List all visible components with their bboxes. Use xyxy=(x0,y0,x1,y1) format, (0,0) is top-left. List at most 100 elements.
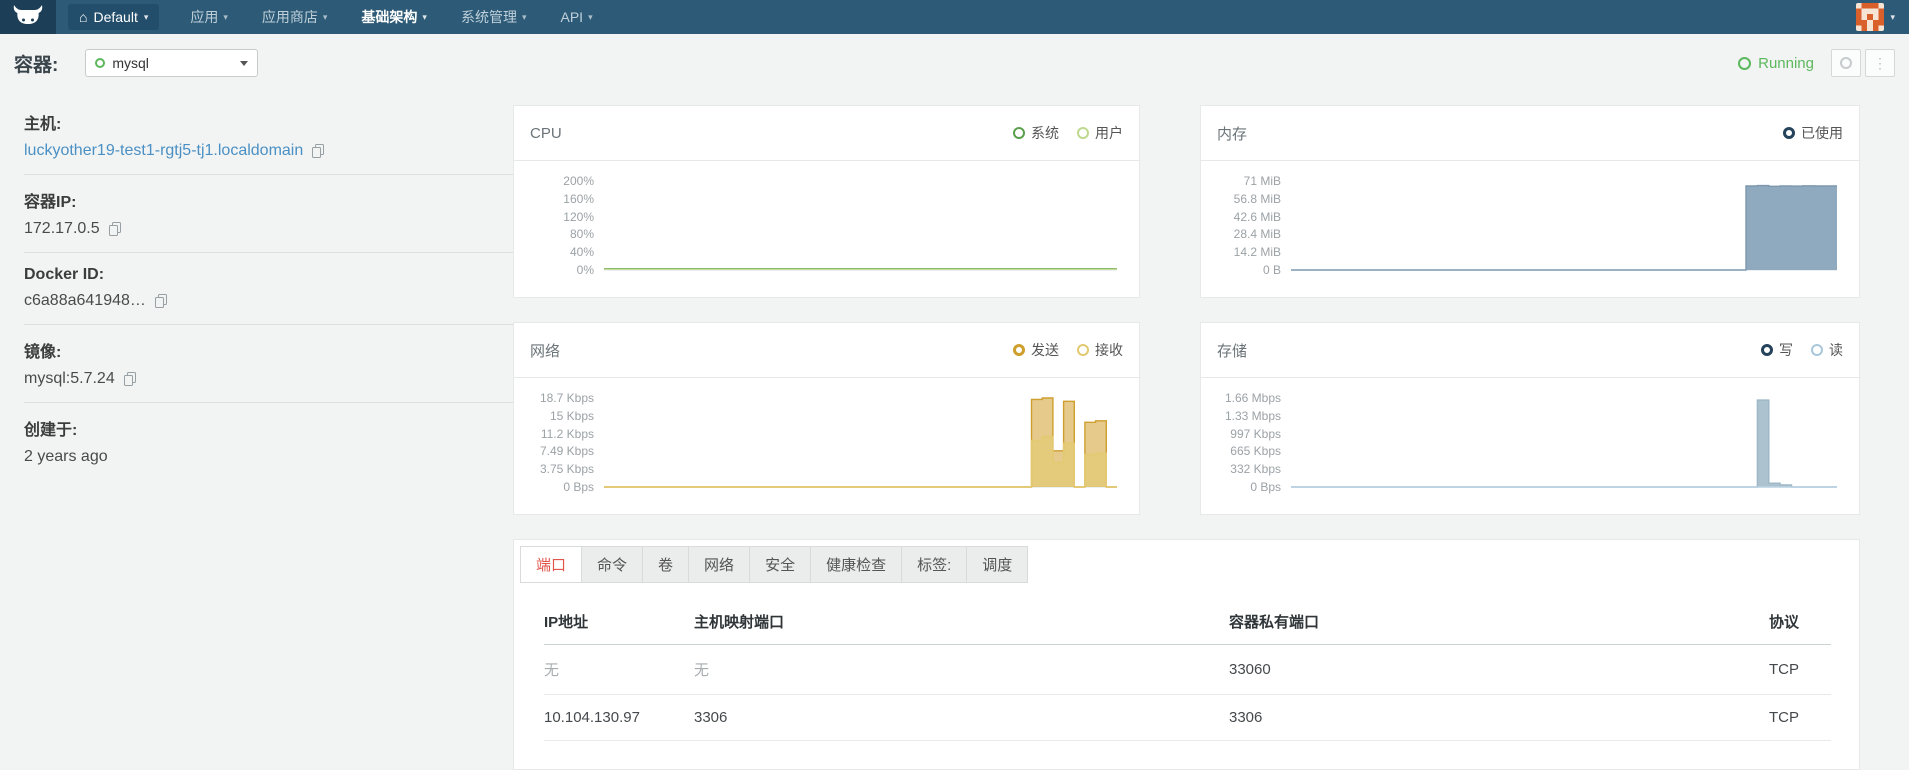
legend-system[interactable]: 系统 xyxy=(1013,123,1059,143)
field-value: 2 years ago xyxy=(24,448,108,465)
kebab-menu-icon: ⋮ xyxy=(1873,54,1887,71)
legend-write[interactable]: 写 xyxy=(1761,340,1793,360)
field-divider xyxy=(24,252,570,253)
legend-used[interactable]: 已使用 xyxy=(1783,123,1843,143)
y-tick-label: 71 MiB xyxy=(1243,174,1281,188)
tab-scheduling[interactable]: 调度 xyxy=(966,546,1029,583)
chevron-down-icon xyxy=(240,60,249,66)
field-divider xyxy=(24,402,570,403)
nav-item-label: 系统管理 xyxy=(460,9,517,25)
legend-ring-icon xyxy=(1077,344,1089,356)
y-tick-label: 11.2 Kbps xyxy=(540,426,594,441)
legend-ring-icon xyxy=(1761,344,1773,356)
y-tick-label: 200% xyxy=(563,174,594,188)
nav-item-apps[interactable]: 应用 ▾ xyxy=(173,0,245,34)
nav-item-label: 基础架构 xyxy=(361,9,418,25)
copy-icon[interactable] xyxy=(154,294,167,308)
restart-button[interactable] xyxy=(1831,49,1861,77)
tab-command[interactable]: 命令 xyxy=(581,546,644,583)
copy-icon[interactable] xyxy=(123,372,136,386)
chart-legend: 发送 接收 xyxy=(1013,340,1123,360)
y-tick-label: 80% xyxy=(569,227,594,242)
chart-header: 存储写读 xyxy=(1201,323,1859,378)
legend-receive[interactable]: 接收 xyxy=(1077,340,1123,360)
field-divider xyxy=(24,324,570,325)
legend-user[interactable]: 用户 xyxy=(1077,123,1123,143)
legend-read[interactable]: 读 xyxy=(1811,340,1843,360)
y-axis-ticks: 200% 160% 120% 80% 40% 0% xyxy=(528,174,604,277)
subheader: 容器: mysql Running ⋮ xyxy=(0,34,1909,92)
nav-item-infrastructure[interactable]: 基础架构 ▾ xyxy=(344,0,444,34)
field-label: 镜像: xyxy=(24,344,62,361)
nav-item-label: 应用 xyxy=(190,9,219,25)
cow-logo-icon xyxy=(13,4,43,31)
legend-send[interactable]: 发送 xyxy=(1013,340,1059,360)
nav-item-admin[interactable]: 系统管理 ▾ xyxy=(444,0,544,34)
chart-header: CPU 系统 用户 xyxy=(514,106,1139,161)
y-tick-label: 1.66 Mbps xyxy=(1224,391,1281,405)
actions-menu-button[interactable]: ⋮ xyxy=(1865,49,1895,77)
y-tick-label: 14.2 MiB xyxy=(1233,245,1281,260)
legend-label: 发送 xyxy=(1031,342,1059,358)
y-tick-label: 0 Bps xyxy=(563,480,594,494)
chart-header: 网络 发送 接收 xyxy=(514,323,1139,378)
sidebar: 主机: luckyother19-test1-rgtj5-tj1.localdom… xyxy=(24,110,570,466)
table-cell: 无 xyxy=(694,644,1229,695)
container-select[interactable]: mysql xyxy=(85,49,259,77)
y-tick-label: 40% xyxy=(569,245,594,260)
y-axis-ticks: 18.7 Kbps 15 Kbps 11.2 Kbps 7.49 Kbps 3.75 K… xyxy=(528,391,604,494)
y-tick-label: 18.7 Kbps xyxy=(539,391,594,405)
chart-title: 网络 xyxy=(530,342,561,360)
memory-chart-plot xyxy=(1291,179,1837,272)
y-tick-label: 665 Kbps xyxy=(1230,444,1281,459)
legend-ring-icon xyxy=(1811,344,1823,356)
field-container-ip: 容器IP: 172.17.0.5 xyxy=(24,188,570,238)
page-title: 容器: xyxy=(14,54,59,76)
nav-item-catalog[interactable]: 应用商店 ▾ xyxy=(245,0,345,34)
circle-icon xyxy=(1840,57,1852,69)
nav-item-label: 应用商店 xyxy=(261,9,318,25)
tab-volumes[interactable]: 卷 xyxy=(642,546,690,583)
table-cell: 3306 xyxy=(1229,694,1769,741)
tab-network[interactable]: 网络 xyxy=(688,546,751,583)
field-value: 172.17.0.5 xyxy=(24,220,100,237)
memory-chart-card: 内存 已使用 71 MiB 56.8 MiB 42.6 MiB 28.4 MiB 14.2 … xyxy=(1200,105,1860,298)
legend-label: 写 xyxy=(1779,342,1793,358)
environment-selector[interactable]: ⌂ Default ▾ xyxy=(68,4,160,30)
field-value-link[interactable]: luckyother19-test1-rgtj5-tj1.localdomain xyxy=(24,142,303,160)
field-value: c6a88a641948… xyxy=(24,292,146,309)
charts-grid: CPU 系统 用户 200% 160% 120% 80% 40% 0% 内存 已使用 71 MiB 56… xyxy=(513,105,1860,515)
tab-security[interactable]: 安全 xyxy=(749,546,812,583)
tab-health-check[interactable]: 健康检查 xyxy=(810,546,903,583)
chevron-down-icon: ▾ xyxy=(422,11,427,22)
copy-icon[interactable] xyxy=(312,144,325,158)
ports-table-body: 无无 33060 TCP 10.104.130.97 3306 3306 TCP xyxy=(544,644,1831,741)
field-created: 创建于: 2 years ago xyxy=(24,416,570,466)
chevron-down-icon: ▾ xyxy=(223,11,228,22)
legend-label: 用户 xyxy=(1095,125,1123,141)
chevron-down-icon: ▾ xyxy=(521,11,527,22)
y-tick-label: 997 Kbps xyxy=(1230,426,1281,441)
tab-labels[interactable]: 标签: xyxy=(901,546,968,583)
field-label: 创建于: xyxy=(24,422,78,439)
top-nav: ⌂ Default ▾ 应用 ▾ 应用商店 ▾ 基础架构 ▾ 系统管理 ▾ API ▾ ▾ xyxy=(0,0,1909,34)
tab-ports[interactable]: 端口 xyxy=(520,546,583,583)
y-axis-ticks: 1.66 Mbps 1.33 Mbps 997 Kbps 665 Kbps 332 Kb… xyxy=(1215,391,1291,494)
rancher-logo[interactable] xyxy=(0,0,56,34)
legend-ring-icon xyxy=(1783,127,1795,139)
field-value-row: 2 years ago xyxy=(24,448,570,466)
y-tick-label: 0% xyxy=(576,263,594,277)
chart-header: 内存 已使用 xyxy=(1201,106,1859,161)
copy-icon[interactable] xyxy=(108,222,121,236)
table-row: 无无 33060 TCP xyxy=(544,644,1831,695)
nav-item-api[interactable]: API ▾ xyxy=(543,0,609,34)
user-menu[interactable]: ▾ xyxy=(1856,0,1909,34)
y-tick-label: 56.8 MiB xyxy=(1233,191,1281,206)
chart-legend: 系统 用户 xyxy=(1013,123,1123,143)
y-axis-ticks: 71 MiB 56.8 MiB 42.6 MiB 28.4 MiB 14.2 MiB 0 … xyxy=(1215,174,1291,277)
home-icon: ⌂ xyxy=(79,9,88,25)
cpu-chart-card: CPU 系统 用户 200% 160% 120% 80% 40% 0% xyxy=(513,105,1140,298)
field-value: mysql:5.7.24 xyxy=(24,370,115,387)
field-label: 容器IP: xyxy=(24,194,77,211)
running-dot-icon xyxy=(95,58,106,68)
